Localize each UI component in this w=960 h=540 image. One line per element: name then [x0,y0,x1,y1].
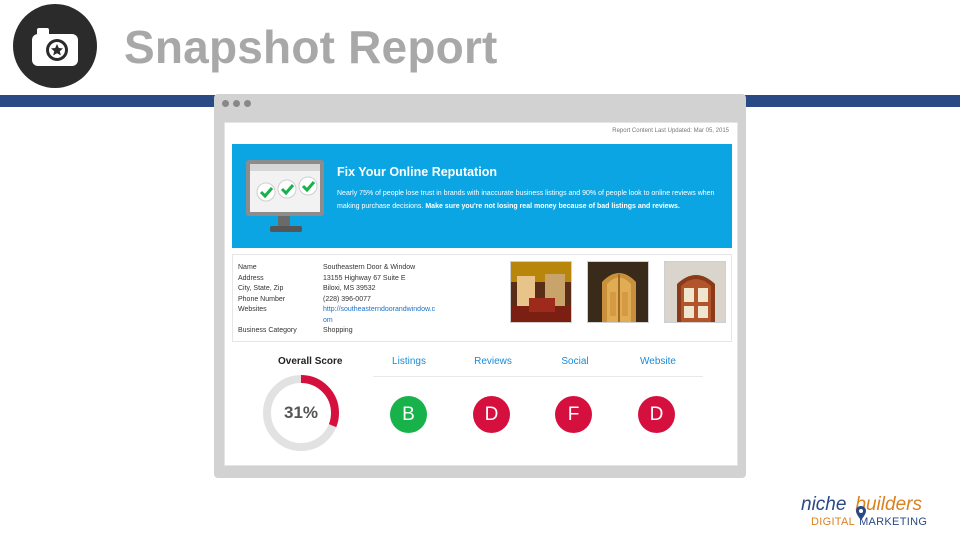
banner-text: Nearly 75% of people lose trust in brand… [337,188,717,213]
category-listings[interactable]: Listings [369,356,449,367]
info-value: Biloxi, MS 39532 [323,285,376,292]
grade-badge-social: F [555,396,592,433]
category-social[interactable]: Social [535,356,615,367]
camera-badge [13,4,97,88]
info-value: 13155 Highway 67 Suite E [323,274,406,282]
nichebuilders-logo: niche builders DIGITAL MARKETING [800,494,955,534]
category-website[interactable]: Website [618,356,698,367]
business-photo-arched-door [664,261,726,323]
info-label: Name [238,264,257,271]
browser-window: Report Content Last Updated: Mar 05, 201… [214,94,746,478]
info-label: City, State, Zip [238,285,284,292]
page-title: Snapshot Report [124,21,498,73]
website-link[interactable]: http://southeasterndoorandwindow.com [323,305,438,326]
logo-word-digital: DIGITAL [811,516,856,528]
grade-badge-listings: B [390,396,427,433]
window-dot [233,100,240,107]
window-dot [244,100,251,107]
info-value: Shopping [323,327,353,334]
grade-badge-reviews: D [473,396,510,433]
business-photo-door [587,261,649,323]
category-divider [373,376,703,377]
info-label: Address [238,274,264,282]
last-updated: Report Content Last Updated: Mar 05, 201… [612,128,729,134]
overall-score-value: 31% [283,403,319,422]
logo-word-marketing: MARKETING [859,516,928,528]
logo-word-niche: niche [801,494,847,515]
business-photo-interior [510,261,572,323]
category-reviews[interactable]: Reviews [453,356,533,367]
info-label: Phone Number [238,295,286,303]
grade-badge-website: D [638,396,675,433]
window-controls [222,100,251,107]
overall-score-label: Overall Score [278,356,343,367]
window-dot [222,100,229,107]
report-page: Report Content Last Updated: Mar 05, 201… [224,122,738,466]
business-info: Name Southeastern Door & Window Address … [232,254,732,342]
camera-star-icon [32,28,78,66]
info-value: (228) 396-0077 [323,295,371,303]
banner-text-bold: Make sure you're not losing real money b… [425,202,680,210]
logo-tagline: DIGITAL MARKETING [811,516,927,528]
info-label: Websites [238,306,267,313]
info-value: Southeastern Door & Window [323,264,416,271]
reputation-banner: Fix Your Online Reputation Nearly 75% of… [232,144,732,248]
info-label: Business Category [238,327,297,334]
monitor-checkmarks-icon [246,160,324,232]
banner-title: Fix Your Online Reputation [337,165,497,179]
